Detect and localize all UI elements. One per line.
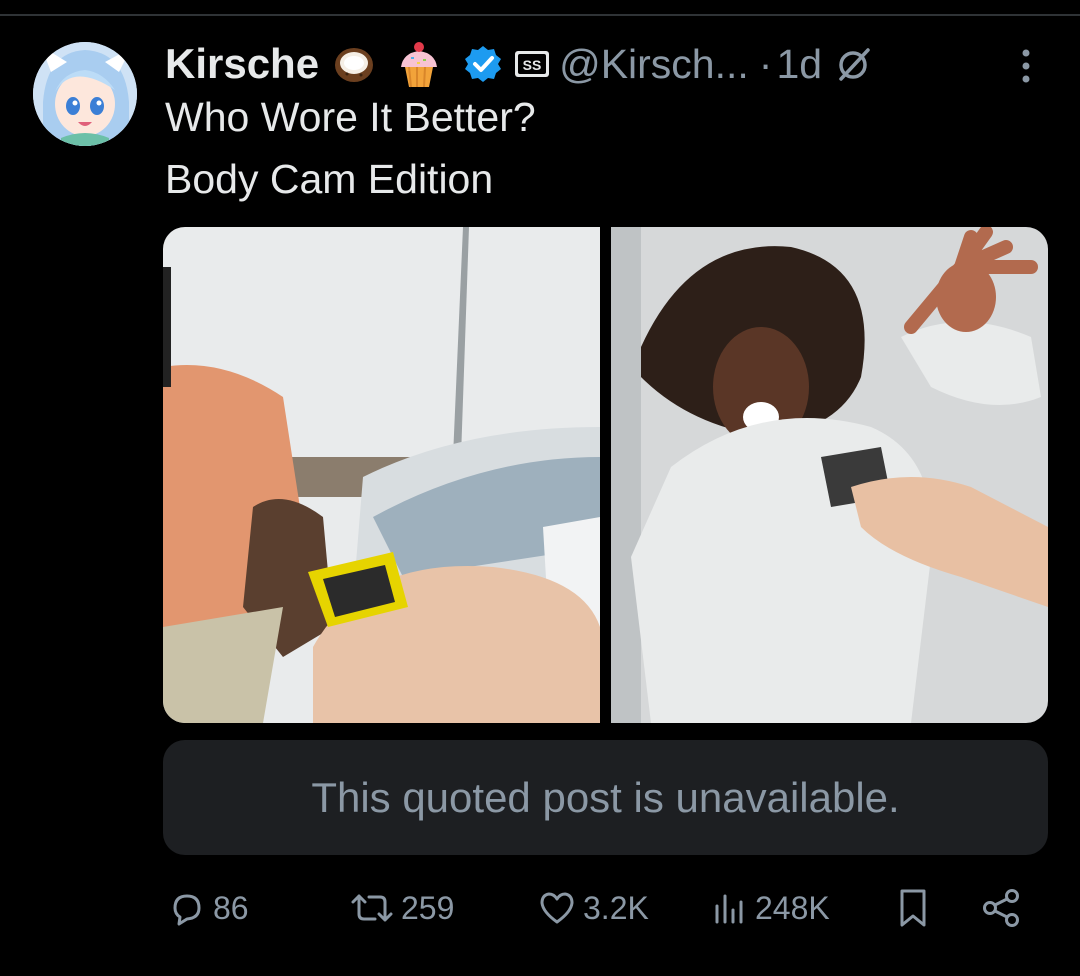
post-text-line2: Body Cam Edition	[165, 156, 494, 202]
like-icon	[540, 892, 574, 924]
affiliate-badge-icon[interactable]: SS	[513, 47, 551, 81]
reply-icon	[173, 894, 201, 926]
repost-button[interactable]: 259	[349, 880, 454, 936]
coconut-emoji-icon	[331, 44, 377, 84]
grok-icon[interactable]	[836, 46, 872, 82]
repost-count: 259	[401, 889, 455, 926]
media-image-right[interactable]	[611, 227, 1048, 723]
repost-icon	[351, 894, 393, 922]
quoted-post-unavailable: This quoted post is unavailable.	[163, 740, 1048, 855]
quoted-post-message: This quoted post is unavailable.	[311, 773, 900, 821]
like-count: 3.2K	[583, 889, 649, 926]
handle[interactable]: @Kirsch...	[559, 41, 749, 88]
action-bar: 86 259 3.2K 248K	[163, 880, 1033, 936]
display-name[interactable]: Kirsche	[165, 40, 319, 88]
post-header: Kirsche SS @Kirsch... · 1d	[165, 36, 872, 92]
top-divider	[0, 14, 1080, 16]
views-button[interactable]: 248K	[709, 880, 830, 936]
post-text-line1: Who Wore It Better?	[165, 94, 536, 140]
views-count: 248K	[755, 889, 830, 926]
more-options-icon[interactable]	[1016, 46, 1036, 86]
media-grid	[163, 227, 1048, 723]
svg-text:SS: SS	[523, 57, 542, 73]
like-button[interactable]: 3.2K	[537, 880, 649, 936]
separator-dot: ·	[758, 40, 773, 87]
share-button[interactable]	[979, 880, 1029, 936]
bookmark-button[interactable]	[893, 880, 939, 936]
avatar[interactable]	[33, 42, 137, 146]
media-image-left[interactable]	[163, 227, 600, 723]
post-age[interactable]: 1d	[776, 41, 822, 88]
bookmark-icon	[900, 889, 926, 927]
share-icon	[983, 889, 1019, 927]
reply-button[interactable]: 86	[167, 880, 249, 936]
cupcake-emoji-icon	[397, 39, 441, 89]
verified-badge-icon[interactable]	[463, 44, 503, 84]
reply-count: 86	[213, 889, 249, 926]
views-icon	[715, 894, 743, 924]
